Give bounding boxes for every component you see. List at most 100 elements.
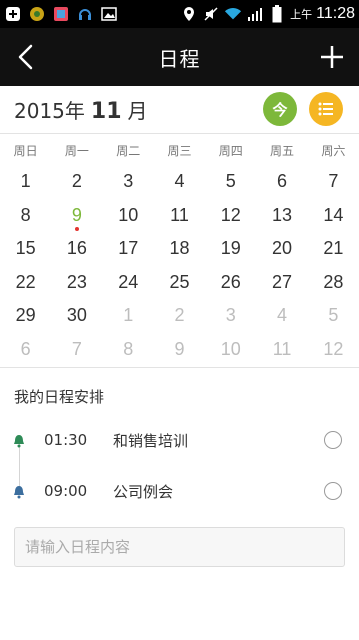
- day-number: 7: [328, 171, 339, 191]
- calendar-day[interactable]: 4: [154, 166, 205, 200]
- calendar-day[interactable]: 21: [308, 233, 359, 267]
- day-number: 8: [20, 204, 31, 225]
- page-title: 日程: [158, 46, 201, 71]
- calendar-day[interactable]: 1: [0, 166, 51, 200]
- complete-checkbox[interactable]: [324, 431, 342, 449]
- weekday-label: 周日: [13, 144, 38, 158]
- year-label: 2015年: [14, 99, 85, 123]
- day-number: 8: [123, 338, 134, 359]
- status-time: 11:28: [316, 5, 355, 22]
- weekday-label: 周二: [116, 144, 141, 158]
- calendar-day[interactable]: 22: [0, 267, 51, 301]
- calendar-day[interactable]: 19: [205, 233, 256, 267]
- calendar-day[interactable]: 5: [308, 300, 359, 334]
- day-number: 11: [272, 338, 292, 359]
- calendar-day[interactable]: 25: [154, 267, 205, 301]
- mute-icon: [202, 5, 220, 23]
- weekday-label: 周五: [270, 144, 295, 158]
- calendar-day[interactable]: 10: [205, 334, 256, 368]
- day-number: 10: [220, 338, 241, 359]
- calendar-day[interactable]: 2: [51, 166, 102, 200]
- schedule-item[interactable]: 09:00 公司例会: [0, 476, 359, 506]
- calendar-day[interactable]: 3: [205, 300, 256, 334]
- calendar-day[interactable]: 8: [0, 200, 51, 234]
- day-number: 2: [71, 171, 82, 191]
- day-number: 4: [174, 171, 185, 191]
- calendar-day[interactable]: 30: [51, 300, 102, 334]
- day-number: 13: [272, 204, 293, 225]
- day-number: 4: [277, 305, 288, 325]
- month-number: 11: [90, 99, 122, 124]
- schedule-item[interactable]: 01:30 和销售培训: [0, 425, 359, 455]
- day-number: 6: [20, 338, 31, 359]
- app-notification-icon: [28, 5, 46, 23]
- calendar-day[interactable]: 7: [51, 334, 102, 368]
- calendar-day[interactable]: 2: [154, 300, 205, 334]
- calendar-day[interactable]: 1: [103, 300, 154, 334]
- schedule-text: 公司例会: [113, 482, 174, 501]
- day-number: 1: [20, 171, 31, 191]
- calendar-day[interactable]: 6: [256, 166, 307, 200]
- day-number: 17: [118, 238, 139, 258]
- calendar-day[interactable]: 4: [256, 300, 307, 334]
- month-suffix: 月: [127, 99, 148, 123]
- calendar-day[interactable]: 16: [51, 233, 102, 267]
- calendar-day[interactable]: 13: [256, 200, 307, 234]
- calendar-day[interactable]: 26: [205, 267, 256, 301]
- calendar-day[interactable]: 23: [51, 267, 102, 301]
- weekday-label: 周六: [321, 144, 346, 158]
- calendar-day-today[interactable]: 9: [51, 200, 102, 234]
- calendar-day[interactable]: 20: [256, 233, 307, 267]
- calendar-day[interactable]: 17: [103, 233, 154, 267]
- add-schedule-button[interactable]: [317, 42, 347, 72]
- calendar-day[interactable]: 18: [154, 233, 205, 267]
- schedule-time: 09:00: [44, 482, 88, 500]
- calendar-day[interactable]: 29: [0, 300, 51, 334]
- calendar-day[interactable]: 28: [308, 267, 359, 301]
- day-number: 11: [170, 204, 189, 225]
- day-number: 15: [15, 238, 36, 258]
- schedule-text: 和销售培训: [113, 431, 189, 450]
- day-number: 20: [272, 238, 293, 258]
- calendar-day[interactable]: 6: [0, 334, 51, 368]
- day-number: 18: [169, 238, 190, 258]
- event-dot: [74, 226, 79, 231]
- signal-icon: [246, 5, 264, 23]
- day-number: 16: [66, 238, 87, 258]
- back-button[interactable]: [12, 42, 38, 72]
- day-number: 3: [123, 171, 134, 191]
- month-label[interactable]: 2015年 11 月: [0, 95, 148, 124]
- schedule-input[interactable]: [14, 527, 345, 567]
- list-icon: [318, 102, 333, 116]
- location-icon: [180, 5, 198, 23]
- calendar-day[interactable]: 27: [256, 267, 307, 301]
- bell-icon: [13, 484, 25, 499]
- app-bar: 日程: [0, 28, 359, 86]
- calendar-day[interactable]: 3: [103, 166, 154, 200]
- today-button[interactable]: 今: [263, 92, 297, 126]
- calendar-day[interactable]: 15: [0, 233, 51, 267]
- day-number: 9: [71, 204, 82, 225]
- complete-checkbox[interactable]: [324, 482, 342, 500]
- day-number: 14: [323, 204, 344, 225]
- calendar-day[interactable]: 7: [308, 166, 359, 200]
- calendar-day[interactable]: 9: [154, 334, 205, 368]
- calendar-day[interactable]: 11: [256, 334, 307, 368]
- day-number: 6: [277, 171, 288, 191]
- calendar-day[interactable]: 10: [103, 200, 154, 234]
- add-notification-icon: [4, 5, 22, 23]
- day-number: 5: [225, 171, 236, 191]
- calendar-day[interactable]: 12: [205, 200, 256, 234]
- calendar-day[interactable]: 5: [205, 166, 256, 200]
- list-view-button[interactable]: [309, 92, 343, 126]
- calendar-day[interactable]: 8: [103, 334, 154, 368]
- time-ampm: 上午: [290, 8, 313, 21]
- calendar-day[interactable]: 24: [103, 267, 154, 301]
- schedule-time: 01:30: [44, 431, 88, 449]
- calendar-day[interactable]: 11: [154, 200, 205, 234]
- headset-notification-icon: [76, 5, 94, 23]
- day-number: 26: [220, 271, 241, 292]
- calendar-day[interactable]: 12: [308, 334, 359, 368]
- calendar-day[interactable]: 14: [308, 200, 359, 234]
- month-header: 2015年 11 月 今: [0, 86, 359, 134]
